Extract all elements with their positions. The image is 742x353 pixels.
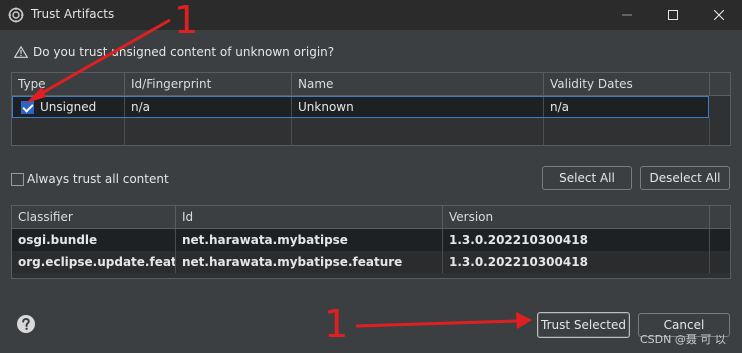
close-button[interactable] (696, 0, 742, 30)
trust-certificate-checkbox[interactable] (21, 101, 34, 114)
name-cell: Unknown (292, 96, 544, 118)
column-header-fingerprint[interactable]: Id/Fingerprint (125, 73, 292, 95)
table-row[interactable]: Unsigned n/a Unknown n/a (12, 96, 709, 118)
table-row[interactable]: org.eclipse.update.feat... net.harawata.… (12, 251, 730, 273)
maximize-icon (668, 10, 678, 20)
column-header-version[interactable]: Version (443, 206, 710, 228)
id-cell: net.harawata.mybatipse.feature (176, 251, 443, 273)
warning-icon (14, 46, 28, 58)
column-header-classifier[interactable]: Classifier (12, 206, 176, 228)
version-cell: 1.3.0.202210300418 (443, 229, 710, 251)
watermark: CSDN @聂 可 以 (640, 333, 726, 346)
always-trust-label: Always trust all content (27, 172, 169, 186)
deselect-all-button[interactable]: Deselect All (640, 166, 730, 190)
minimize-button[interactable] (604, 0, 650, 30)
column-header-name[interactable]: Name (292, 73, 544, 95)
always-trust-checkbox[interactable] (11, 172, 24, 186)
classifier-cell: org.eclipse.update.feat... (12, 251, 176, 273)
artifacts-table: Classifier Id Version osgi.bundle net.ha… (11, 205, 731, 279)
column-header-id[interactable]: Id (176, 206, 443, 228)
column-header-type[interactable]: Type (12, 73, 125, 95)
eclipse-app-icon (8, 7, 24, 23)
title-bar: Trust Artifacts (0, 0, 742, 30)
trust-selected-button[interactable]: Trust Selected (537, 312, 630, 338)
classifier-cell: osgi.bundle (12, 229, 176, 251)
close-icon (714, 10, 724, 20)
help-icon[interactable] (16, 314, 36, 334)
select-all-button[interactable]: Select All (542, 166, 632, 190)
artifacts-table-header: Classifier Id Version (12, 206, 730, 229)
annotation-number-bottom: 1 (324, 302, 349, 346)
type-value: Unsigned (40, 100, 97, 114)
minimize-icon (622, 14, 632, 16)
prompt-text: Do you trust unsigned content of unknown… (33, 45, 335, 59)
type-cell: Unsigned (12, 96, 125, 118)
id-cell: net.harawata.mybatipse (176, 229, 443, 251)
fingerprint-cell: n/a (125, 96, 292, 118)
window-title: Trust Artifacts (31, 7, 115, 21)
certificates-table: Type Id/Fingerprint Name Validity Dates … (11, 72, 731, 146)
annotation-number-top: 1 (174, 0, 199, 42)
annotation-arrow-bottom (355, 312, 532, 329)
always-trust-option[interactable]: Always trust all content (11, 172, 169, 186)
column-header-validity[interactable]: Validity Dates (544, 73, 710, 95)
version-cell: 1.3.0.202210300418 (443, 251, 710, 273)
table-row[interactable]: osgi.bundle net.harawata.mybatipse 1.3.0… (12, 229, 730, 251)
validity-cell: n/a (550, 100, 570, 114)
certificates-table-header: Type Id/Fingerprint Name Validity Dates (12, 73, 730, 96)
trust-prompt: Do you trust unsigned content of unknown… (14, 45, 334, 59)
maximize-button[interactable] (650, 0, 696, 30)
